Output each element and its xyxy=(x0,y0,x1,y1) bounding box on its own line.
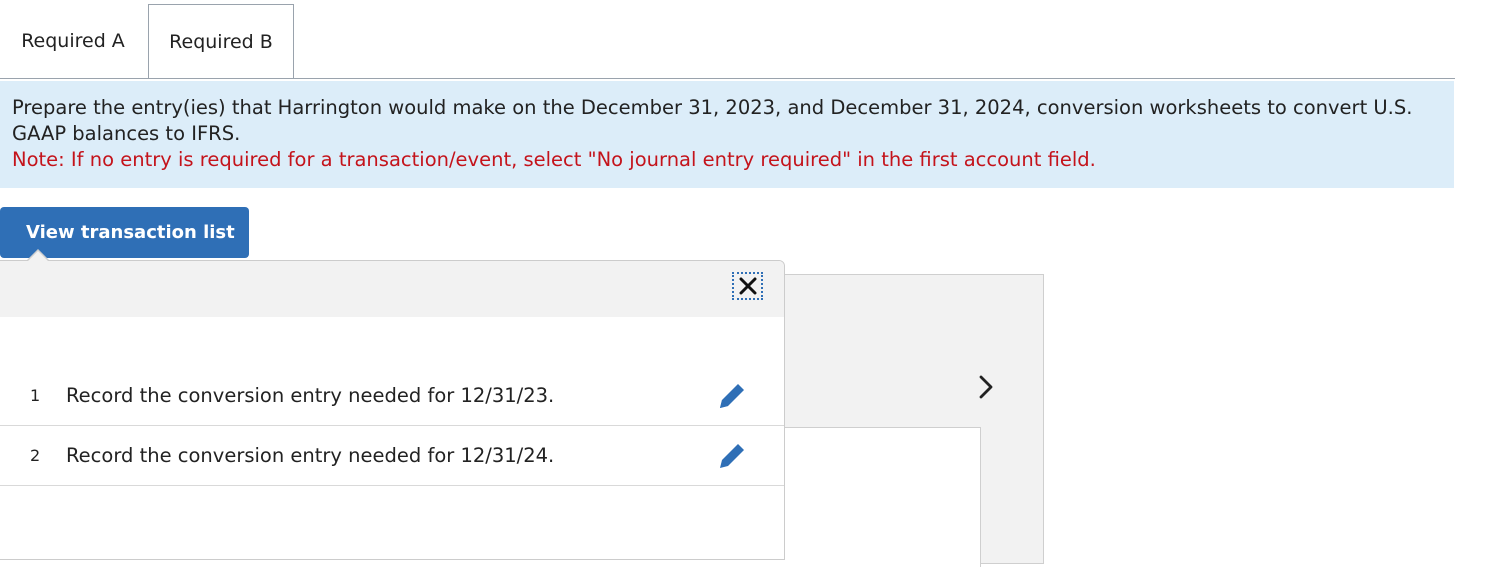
tab-divider xyxy=(0,78,1455,79)
transaction-number: 2 xyxy=(30,446,41,465)
transaction-row[interactable]: 2 Record the conversion entry needed for… xyxy=(0,426,784,486)
pencil-icon[interactable] xyxy=(716,440,748,472)
instructions-panel: Prepare the entry(ies) that Harrington w… xyxy=(0,81,1454,188)
chevron-right-icon[interactable] xyxy=(972,372,1002,402)
transaction-list-popover: 1 Record the conversion entry needed for… xyxy=(0,260,785,560)
tab-required-a[interactable]: Required A xyxy=(0,4,146,78)
instructions-text: Prepare the entry(ies) that Harrington w… xyxy=(12,96,1413,145)
popover-arrow-fill xyxy=(28,251,48,261)
tab-bar: Required A Required B xyxy=(0,0,1455,79)
tab-required-b[interactable]: Required B xyxy=(148,4,294,79)
close-button[interactable] xyxy=(732,272,763,300)
transaction-row[interactable]: 1 Record the conversion entry needed for… xyxy=(0,366,784,426)
transaction-text: Record the conversion entry needed for 1… xyxy=(66,384,555,407)
close-icon xyxy=(739,277,756,295)
transaction-number: 1 xyxy=(30,386,41,405)
popover-header xyxy=(0,261,784,317)
pencil-icon[interactable] xyxy=(716,380,748,412)
instructions-note: Note: If no entry is required for a tran… xyxy=(12,148,1096,171)
transaction-text: Record the conversion entry needed for 1… xyxy=(66,444,555,467)
